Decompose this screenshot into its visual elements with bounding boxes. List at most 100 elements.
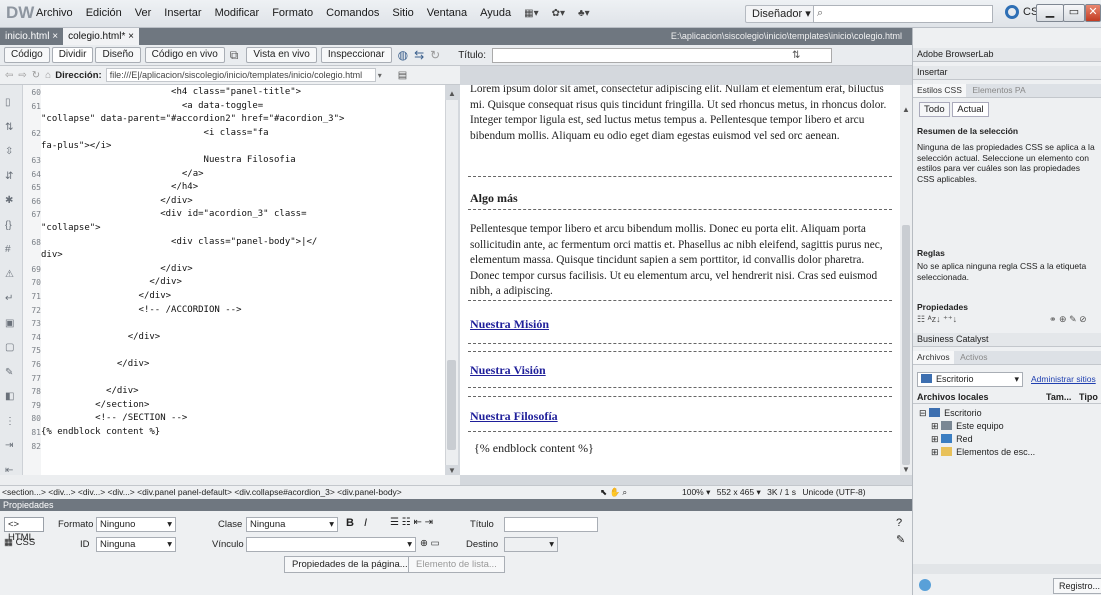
expand-icon[interactable]: ⊞ <box>931 434 939 444</box>
line-numbers-icon[interactable]: # <box>5 238 15 263</box>
tab-inicio[interactable]: inicio.html × <box>0 28 63 45</box>
home-icon[interactable]: ⌂ <box>45 70 51 81</box>
window-size[interactable]: 552 x 465 ▾ <box>717 487 761 497</box>
insertar-header[interactable]: Insertar <box>913 66 1101 80</box>
tree-item-computer[interactable]: ⊞ Este equipo <box>931 420 1004 432</box>
back-icon[interactable]: ⇦ <box>5 70 13 81</box>
menu-formato[interactable]: Formato <box>272 7 313 19</box>
menu-ventana[interactable]: Ventana <box>427 7 467 19</box>
business-catalyst-header[interactable]: Business Catalyst <box>913 333 1101 347</box>
code-line[interactable]: "collapse"> <box>41 223 101 233</box>
select-parent-icon[interactable]: ✱ <box>5 189 15 214</box>
html-mode-button[interactable]: <> HTML <box>4 517 44 543</box>
expand-icon[interactable]: ⊞ <box>931 421 939 431</box>
code-line[interactable]: </div> <box>41 386 139 396</box>
list-buttons[interactable]: ☰ ☷ ⇤ ⇥ <box>390 517 433 528</box>
recent-snippets-icon[interactable]: ⋮ <box>5 410 15 435</box>
design-view-button[interactable]: Diseño <box>95 47 141 63</box>
menu-comandos[interactable]: Comandos <box>326 7 379 19</box>
design-scrollbar[interactable]: ▲ ▼ <box>900 85 912 475</box>
code-line[interactable]: fa-plus"></i> <box>41 141 111 151</box>
col-size[interactable]: Tam... <box>1046 391 1071 403</box>
tab-css-styles[interactable]: Estilos CSS <box>913 84 966 97</box>
link-target-icon[interactable]: ⊕ ▭ <box>420 538 440 549</box>
titulo-input[interactable] <box>504 517 598 532</box>
code-line[interactable]: </div> <box>41 277 182 287</box>
design-scrollbar-thumb[interactable] <box>902 225 910 465</box>
link-filosofia[interactable]: Nuestra Filosofía <box>470 409 558 425</box>
address-dropdown-icon[interactable]: ▾ <box>378 71 382 80</box>
live-code-button[interactable]: Código en vivo <box>144 47 225 63</box>
destino-select[interactable]: ▾ <box>504 537 558 552</box>
multiscreen-icon[interactable]: ⧉ <box>230 48 239 63</box>
link-vision[interactable]: Nuestra Visión <box>470 363 546 379</box>
menu-insertar[interactable]: Insertar <box>164 7 201 19</box>
tab-close-icon[interactable]: × <box>52 31 58 42</box>
design-paragraph-1[interactable]: Lorem ipsum dolor sit amet, consectetur … <box>470 85 890 144</box>
balance-braces-icon[interactable]: {} <box>5 214 15 239</box>
coding-toolbar-icons[interactable]: ▯ ⇅ ⇳ ⇵ ✱ {} # ⚠ ↵ ▣ ▢ ✎ ◧ ⋮ ⇥ ⇤ <box>5 91 15 483</box>
vinculo-input[interactable]: ▾ <box>246 537 416 552</box>
zoom-level[interactable]: 100% <box>682 487 704 497</box>
code-line[interactable]: "collapse" data-parent="#accordion2" hre… <box>41 114 344 124</box>
scroll-up-icon[interactable]: ▲ <box>448 89 456 98</box>
code-line[interactable]: </section> <box>41 400 149 410</box>
todo-button[interactable]: Todo <box>919 102 950 117</box>
indent-icon[interactable]: ⇥ <box>5 434 15 459</box>
formato-select[interactable]: Ninguno ▾ <box>96 517 176 532</box>
inspect-button[interactable]: Inspeccionar <box>320 47 392 63</box>
uncomment-icon[interactable]: ✎ <box>5 361 15 386</box>
code-line[interactable]: </div> <box>41 196 193 206</box>
bold-button[interactable]: B <box>346 517 354 529</box>
menu-sitio[interactable]: Sitio <box>392 7 413 19</box>
connect-icon[interactable] <box>919 579 931 591</box>
select-tool-icon[interactable]: ⬉ ✋ ⌕ <box>600 486 627 499</box>
zoom-dropdown-icon[interactable]: ▾ <box>706 487 710 497</box>
quick-tag-icon[interactable]: ✎ <box>896 533 905 546</box>
refresh-icon[interactable]: ↻ <box>430 48 440 62</box>
forward-icon[interactable]: ⇨ <box>18 70 26 81</box>
code-line[interactable]: </a> <box>41 169 204 179</box>
tab-colegio[interactable]: colegio.html* × <box>63 28 139 45</box>
code-line[interactable]: div> <box>41 250 63 260</box>
menu-modificar[interactable]: Modificar <box>215 7 260 19</box>
expand-all-icon[interactable]: ⇵ <box>5 165 15 190</box>
code-editor[interactable]: <h4 class="panel-title"> <a data-toggle=… <box>41 85 445 475</box>
code-line[interactable]: <div id="acordion_3" class= <box>41 209 306 219</box>
highlight-invalid-icon[interactable]: ⚠ <box>5 263 15 288</box>
comment-icon[interactable]: ▢ <box>5 336 15 361</box>
gear-icon[interactable]: ✿▾ <box>552 8 565 19</box>
collapse-icon[interactable]: ⊟ <box>919 408 927 418</box>
clase-select[interactable]: Ninguna ▾ <box>246 517 338 532</box>
scroll-down-icon[interactable]: ▼ <box>448 466 456 475</box>
code-line[interactable]: </div> <box>41 332 161 342</box>
tab-archivos[interactable]: Archivos <box>913 351 954 364</box>
address-input[interactable]: file:///E|/aplicacion/siscolegio/inicio/… <box>105 68 376 82</box>
syntax-error-icon[interactable]: ▣ <box>5 312 15 337</box>
word-wrap-icon[interactable]: ↵ <box>5 287 15 312</box>
code-line[interactable]: <a data-toggle= <box>41 101 263 111</box>
wrap-tag-icon[interactable]: ◧ <box>5 385 15 410</box>
live-view-button[interactable]: Vista en vivo <box>246 47 317 63</box>
location-select[interactable]: Escritorio ▾ <box>917 372 1023 387</box>
code-line[interactable]: <!-- /SECTION --> <box>41 413 187 423</box>
id-select[interactable]: Ninguna ▾ <box>96 537 176 552</box>
layout-icon[interactable]: ▦▾ <box>524 8 538 19</box>
collapse-selection-icon[interactable]: ⇳ <box>5 140 15 165</box>
files-hscrollbar[interactable] <box>913 564 1101 574</box>
view-options-icon[interactable]: ▤ <box>398 70 407 81</box>
tab-ap-elements[interactable]: Elementos PA <box>968 84 1029 97</box>
tree-item-network[interactable]: ⊞ Red <box>931 433 973 445</box>
maximize-icon[interactable]: ▭ <box>1063 4 1085 22</box>
list-item-button[interactable]: Elemento de lista... <box>408 556 505 573</box>
tab-activos[interactable]: Activos <box>956 351 991 364</box>
minimize-icon[interactable]: ▁ <box>1036 4 1064 22</box>
css-mode-button[interactable]: ▦ CSS <box>4 537 35 548</box>
registro-button[interactable]: Registro... <box>1053 578 1101 594</box>
code-line[interactable]: </div> <box>41 264 193 274</box>
code-line[interactable]: <i class="fa <box>41 128 269 138</box>
refresh-icon[interactable]: ↻ <box>32 70 40 81</box>
open-documents-icon[interactable]: ▯ <box>5 91 15 116</box>
tree-item-desktop-elements[interactable]: ⊞ Elementos de esc... <box>931 446 1035 458</box>
code-line[interactable]: </div> <box>41 291 172 301</box>
